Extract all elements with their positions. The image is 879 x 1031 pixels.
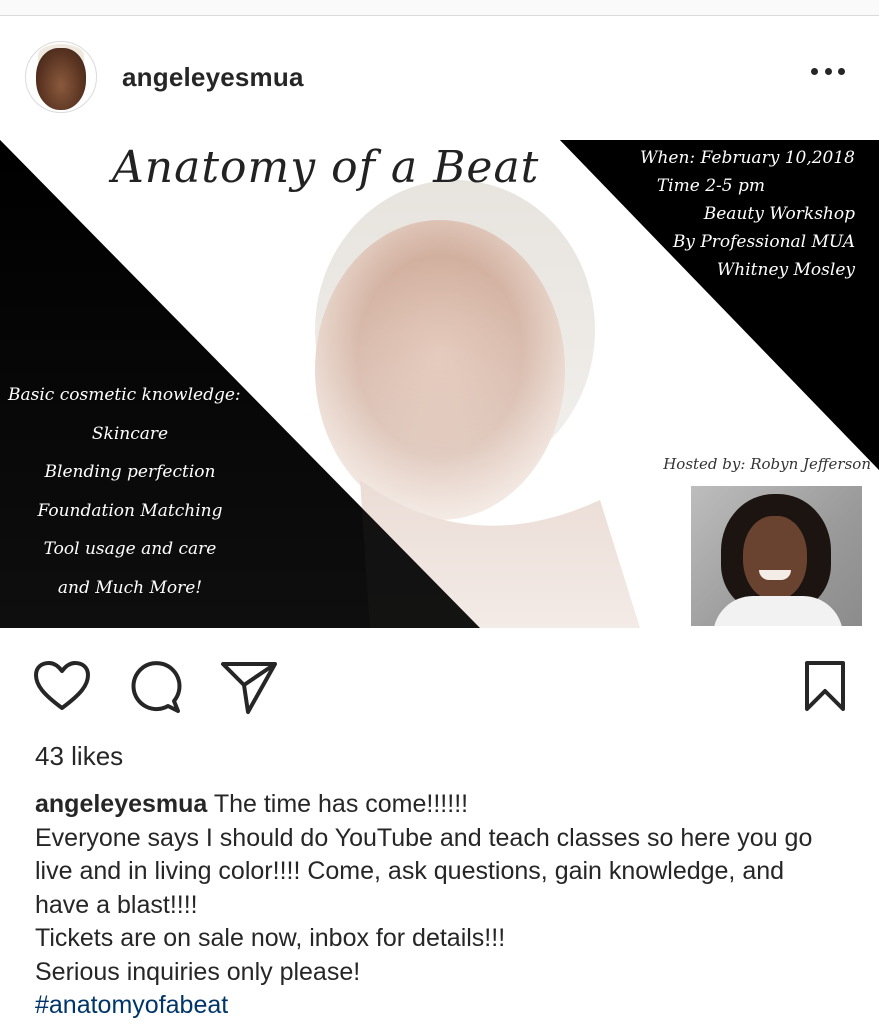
caption-first-line: angeleyesmua The time has come!!!!!!	[35, 788, 845, 822]
flyer-skill-item: Tool usage and care	[43, 539, 217, 559]
caption-username[interactable]: angeleyesmua	[35, 790, 207, 818]
caption-line: Tickets are on sale now, inbox for detai…	[35, 924, 506, 952]
flyer-detail-name: Whitney Mosley	[716, 260, 855, 280]
bookmark-icon[interactable]	[803, 659, 847, 713]
heart-icon[interactable]	[33, 660, 91, 712]
flyer-detail-time: Time 2-5 pm	[656, 176, 765, 196]
post-header: angeleyesmua	[0, 40, 879, 114]
top-bar	[0, 0, 879, 16]
flyer-skills: Basic cosmetic knowledge: Skincare Blend…	[0, 376, 260, 607]
caption-first-text: The time has come!!!!!!	[213, 790, 469, 818]
flyer-hosted-by: Hosted by: Robyn Jefferson	[663, 455, 871, 473]
flyer-skill-item: Skincare	[91, 423, 169, 444]
flyer-detail-workshop: Beauty Workshop	[703, 204, 855, 224]
comment-icon[interactable]	[128, 659, 184, 715]
action-bar	[0, 656, 879, 716]
post-caption: angeleyesmua The time has come!!!!!! Eve…	[35, 788, 845, 1023]
more-dots-icon[interactable]	[811, 64, 845, 78]
flyer-title: Anatomy of a Beat	[112, 142, 540, 193]
flyer-detail-by: By Professional MUA	[672, 232, 855, 252]
avatar-face	[36, 48, 86, 110]
flyer-details: When: February 10,2018 Time 2-5 pm Beaut…	[640, 144, 855, 284]
flyer-skill-item: Blending perfection	[44, 462, 216, 482]
avatar[interactable]	[25, 41, 97, 113]
flyer-skill-heading: Basic cosmetic knowledge:	[8, 385, 241, 405]
caption-line: Everyone says I should do YouTube and te…	[35, 823, 813, 919]
flyer-detail-date: When: February 10,2018	[639, 148, 855, 168]
host-photo	[691, 486, 862, 626]
post-username[interactable]: angeleyesmua	[122, 62, 304, 93]
flyer-skill-item: Foundation Matching	[37, 500, 223, 521]
paper-plane-icon[interactable]	[220, 659, 278, 715]
likes-count[interactable]: 43 likes	[35, 741, 123, 772]
flyer-skill-item: and Much More!	[57, 577, 203, 598]
caption-line: Serious inquiries only please!	[35, 957, 361, 986]
caption-hashtag[interactable]: #anatomyofabeat	[35, 991, 228, 1019]
